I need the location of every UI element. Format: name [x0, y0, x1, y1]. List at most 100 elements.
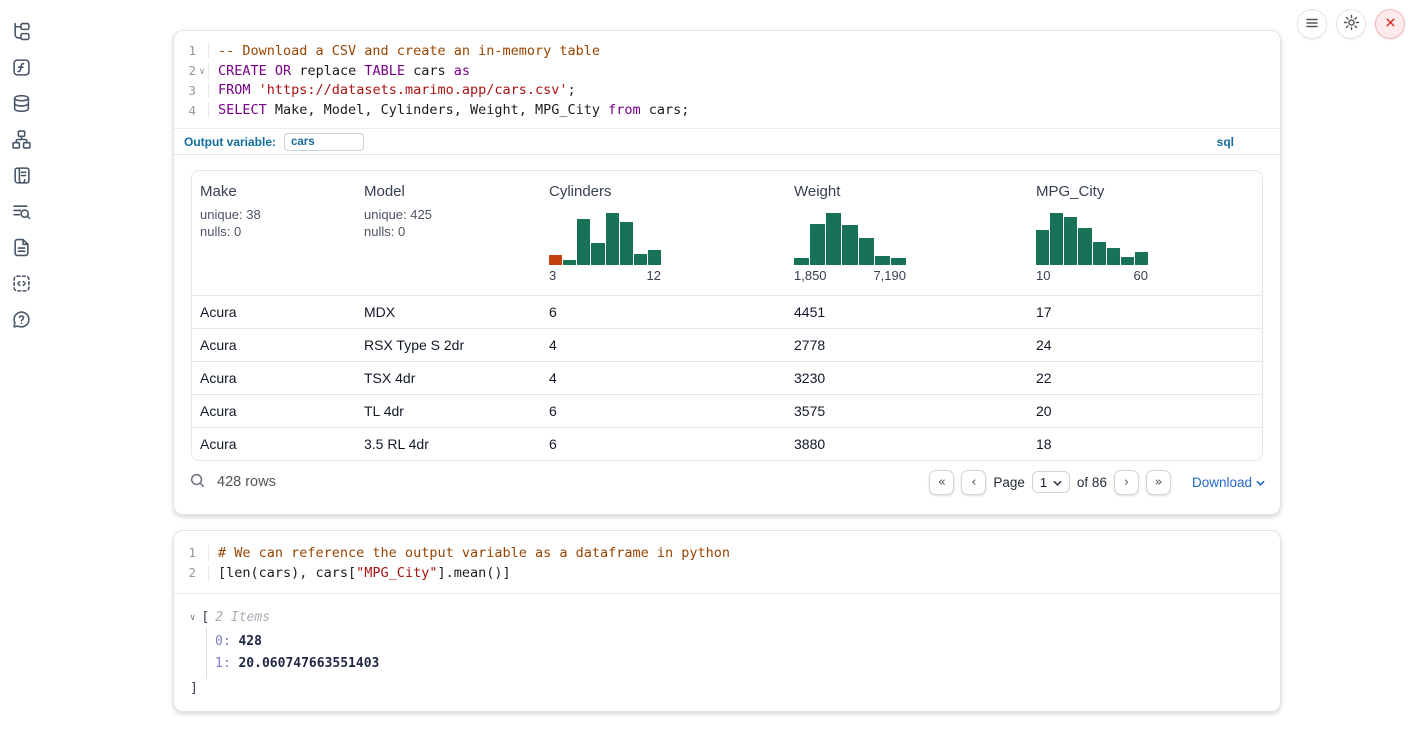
table-cell: 3230 — [786, 361, 1028, 394]
histogram-bar — [842, 225, 857, 266]
code-line[interactable]: 3FROM 'https://datasets.marimo.app/cars.… — [178, 81, 1280, 101]
close-icon — [1383, 15, 1398, 33]
table-row[interactable]: AcuraTL 4dr6357520 — [192, 394, 1263, 427]
sidebar-item-chat[interactable] — [11, 310, 31, 330]
histogram-bars — [549, 213, 661, 265]
table-cell: 18 — [1028, 427, 1263, 460]
page-select[interactable]: 1 — [1032, 471, 1070, 493]
code-text: [len(cars), cars["MPG_City"].mean()] — [208, 565, 1280, 581]
chat-question-icon — [12, 310, 31, 332]
sidebar-item-documentation[interactable] — [11, 238, 31, 258]
column-name: Cylinders — [549, 183, 778, 200]
column-histogram[interactable]: 3 12 — [549, 213, 661, 283]
table-cell: 4451 — [786, 295, 1028, 328]
table-cell: 4 — [541, 328, 786, 361]
column-histogram[interactable]: 1,8507,190 — [794, 213, 906, 283]
table-cell: 2778 — [786, 328, 1028, 361]
column-histogram[interactable]: 1060 — [1036, 213, 1148, 283]
column-header-mpg_city[interactable]: MPG_City1060 — [1028, 171, 1263, 295]
next-page-button[interactable]: › — [1114, 470, 1139, 495]
histogram-bar — [620, 222, 633, 266]
histogram-range-label: 7,190 — [873, 268, 906, 283]
table-cell: 4 — [541, 361, 786, 394]
table-row[interactable]: AcuraTSX 4dr4323022 — [192, 361, 1263, 394]
column-header-make[interactable]: Make unique: 38 nulls: 0 — [192, 171, 356, 295]
histogram-bar — [826, 213, 841, 265]
table-row[interactable]: AcuraMDX6445117 — [192, 295, 1263, 328]
histogram-range-label: 3 — [549, 268, 556, 283]
table-cell: Acura — [192, 328, 356, 361]
table-footer: 428 rows « ‹ Page 1 of 86 › » Download — [177, 461, 1277, 503]
code-line[interactable]: 1# We can reference the output variable … — [178, 543, 1280, 563]
prev-page-button[interactable]: ‹ — [961, 470, 986, 495]
item-value: 428 — [238, 634, 261, 649]
python-editor[interactable]: 1# We can reference the output variable … — [174, 531, 1280, 594]
sidebar-item-datasources[interactable] — [11, 94, 31, 114]
sidebar-item-scratchpad[interactable] — [11, 58, 31, 78]
sidebar-panel — [0, 0, 42, 729]
column-header-cylinders[interactable]: Cylinders 3 12 — [541, 171, 786, 295]
topbar-controls — [1297, 9, 1405, 39]
collapse-chevron-icon[interactable]: ∨ — [190, 613, 195, 623]
code-line[interactable]: 2∨CREATE OR replace TABLE cars as — [178, 61, 1280, 81]
histogram-bar — [1050, 213, 1063, 265]
line-number: 3 — [178, 83, 196, 98]
sidebar-item-file-explorer[interactable] — [11, 22, 31, 42]
column-header-weight[interactable]: Weight1,8507,190 — [786, 171, 1028, 295]
notebook-menu-button[interactable] — [1297, 9, 1327, 39]
histogram-bar — [648, 250, 661, 266]
table-cell: 3880 — [786, 427, 1028, 460]
table-cell: 24 — [1028, 328, 1263, 361]
column-name: Model — [364, 183, 533, 200]
search-icon[interactable] — [189, 472, 206, 493]
column-stat: unique: 38 — [200, 207, 348, 222]
sql-editor[interactable]: 1-- Download a CSV and create an in-memo… — [174, 31, 1280, 128]
histogram-range: 1,8507,190 — [794, 268, 906, 283]
histogram-bar — [577, 219, 590, 265]
code-line[interactable]: 2[len(cars), cars["MPG_City"].mean()] — [178, 563, 1280, 583]
line-number: 2 — [178, 63, 196, 78]
file-tree-icon — [12, 22, 31, 44]
column-stat: nulls: 0 — [200, 224, 348, 239]
histogram-range-label: 12 — [647, 268, 661, 283]
first-page-button[interactable]: « — [929, 470, 954, 495]
sidebar-item-tracebacks[interactable] — [11, 202, 31, 222]
table-cell: RSX Type S 2dr — [356, 328, 541, 361]
histogram-range: 1060 — [1036, 268, 1148, 283]
sidebar-item-snippets[interactable] — [11, 274, 31, 294]
output-variable-input[interactable] — [284, 133, 364, 151]
table-cell: TSX 4dr — [356, 361, 541, 394]
shutdown-button[interactable] — [1375, 9, 1405, 39]
output-variable-bar: Output variable: sql — [174, 128, 1280, 155]
histogram-bar — [1093, 242, 1106, 265]
settings-button[interactable] — [1336, 9, 1366, 39]
fold-gutter — [196, 551, 208, 554]
histogram-bar — [563, 260, 576, 265]
download-button[interactable]: Download — [1192, 475, 1265, 490]
histogram-range: 3 12 — [549, 268, 661, 283]
table-row[interactable]: AcuraRSX Type S 2dr4277824 — [192, 328, 1263, 361]
code-line[interactable]: 1-- Download a CSV and create an in-memo… — [178, 41, 1280, 61]
chevron-down-icon — [1053, 475, 1062, 490]
line-number: 4 — [178, 103, 196, 118]
row-count: 428 rows — [217, 474, 276, 490]
tree-entries: 0: 428 1: 20.060747663551403 — [206, 628, 1264, 679]
code-line[interactable]: 4SELECT Make, Model, Cylinders, Weight, … — [178, 100, 1280, 120]
database-icon — [12, 94, 31, 116]
column-name: Make — [200, 183, 348, 200]
code-text: -- Download a CSV and create an in-memor… — [208, 43, 1280, 59]
histogram-bar — [591, 243, 604, 265]
table-cell: 6 — [541, 427, 786, 460]
sidebar-item-logs[interactable] — [11, 166, 31, 186]
histogram-bar — [1036, 230, 1049, 265]
column-stat: nulls: 0 — [364, 224, 533, 239]
language-badge[interactable]: sql — [1217, 135, 1234, 149]
table-cell: 3575 — [786, 394, 1028, 427]
fold-chevron-icon[interactable]: ∨ — [196, 64, 208, 77]
open-bracket: [ — [201, 610, 209, 625]
sidebar-item-dependency-graph[interactable] — [11, 130, 31, 150]
list-item: 1: 20.060747663551403 — [207, 653, 1264, 676]
last-page-button[interactable]: » — [1146, 470, 1171, 495]
table-row[interactable]: Acura3.5 RL 4dr6388018 — [192, 427, 1263, 460]
column-header-model[interactable]: Modelunique: 425nulls: 0 — [356, 171, 541, 295]
